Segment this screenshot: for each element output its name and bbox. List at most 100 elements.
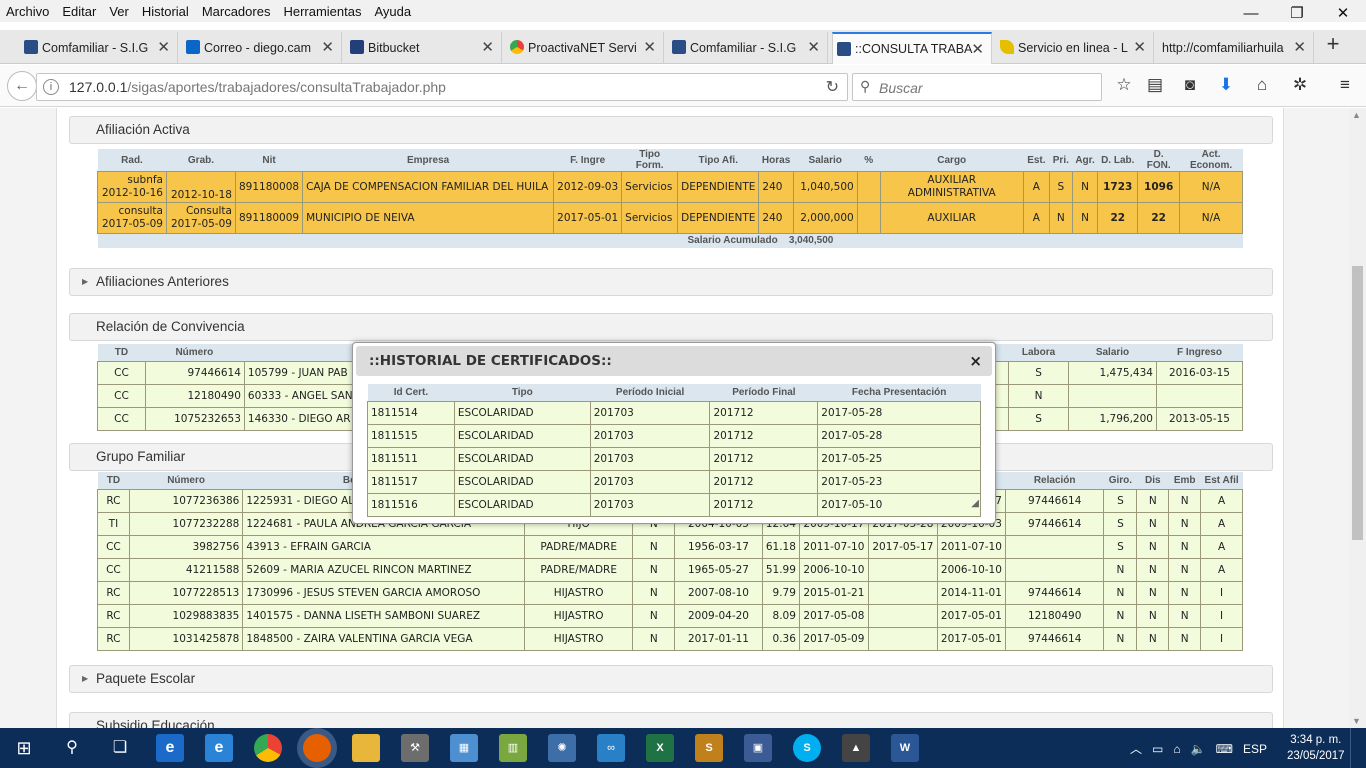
reload-icon[interactable]: ↻ — [826, 77, 839, 97]
table-row[interactable]: consulta 2017-05-09 Consulta 2017-05-09 89… — [97, 202, 1243, 234]
firefox-icon[interactable] — [303, 734, 331, 762]
close-tab-icon[interactable]: ✕ — [321, 38, 334, 56]
section-subsidio-educacion[interactable]: Subsidio Educación — [69, 712, 1273, 728]
internet-explorer-icon[interactable]: e — [205, 734, 233, 762]
extension-icon[interactable]: ✲ — [1288, 75, 1312, 97]
scroll-down-icon[interactable]: ▼ — [1352, 716, 1361, 726]
skype-icon[interactable]: S — [793, 734, 821, 762]
volume-icon[interactable]: 🔈 — [1191, 742, 1206, 756]
network-tray-icon[interactable]: ⌂ — [1173, 742, 1180, 756]
close-tab-icon[interactable]: ✕ — [971, 40, 984, 58]
reading-list-icon[interactable]: ▤ — [1143, 75, 1167, 97]
section-afiliacion-activa[interactable]: Afiliación Activa — [69, 116, 1273, 144]
page-scrollbar[interactable]: ▲ ▼ — [1349, 108, 1366, 728]
tab-consulta-trabajador[interactable]: ::CONSULTA TRABA ✕ — [832, 32, 992, 64]
download-icon[interactable]: ⬇ — [1214, 75, 1238, 97]
column-header: Período Final — [709, 384, 818, 401]
section-relacion-convivencia[interactable]: Relación de Convivencia — [69, 313, 1273, 341]
remote-desktop-icon[interactable]: ▣ — [744, 734, 772, 762]
menu-hamburger-icon[interactable]: ≡ — [1333, 75, 1357, 97]
close-dialog-button[interactable]: × — [969, 346, 982, 376]
close-tab-icon[interactable]: ✕ — [1133, 38, 1146, 56]
table-cell: Consulta 2017-05-09 — [165, 202, 236, 234]
menu-archivo[interactable]: Archivo — [6, 4, 49, 19]
url-bar[interactable]: i 127.0.0.1/sigas/aportes/trabajadores/c… — [36, 73, 848, 101]
menu-historial[interactable]: Historial — [142, 4, 189, 19]
resize-grip-icon[interactable]: ◢ — [971, 498, 979, 509]
keyboard-icon[interactable]: ⌨ — [1216, 742, 1233, 756]
info-icon[interactable]: i — [43, 79, 59, 95]
table-cell: 2017-05-17 — [867, 534, 938, 559]
close-tab-icon[interactable]: ✕ — [157, 38, 170, 56]
table-cell: 2017-05-10 — [817, 492, 981, 517]
table-cell: HIJASTRO — [523, 603, 634, 628]
language-indicator[interactable]: ESP — [1243, 742, 1267, 756]
menu-ayuda[interactable]: Ayuda — [374, 4, 411, 19]
table-row[interactable]: 1811515 ESCOLARIDAD 201703 201712 2017-05-28 — [367, 423, 981, 448]
table-cell: 51.99 — [761, 557, 800, 582]
tab-comfamiliarhuila[interactable]: http://comfamiliarhuila ✕ — [1156, 32, 1314, 64]
network-icon[interactable]: ▦ — [450, 734, 478, 762]
file-explorer-icon[interactable] — [352, 734, 380, 762]
column-header: Emb — [1168, 472, 1201, 489]
table-row[interactable]: 1811516 ESCOLARIDAD 201703 201712 2017-05-10 — [367, 492, 981, 517]
table-row[interactable]: 1811514 ESCOLARIDAD 201703 201712 2017-05-28 — [367, 400, 981, 425]
scroll-up-icon[interactable]: ▲ — [1352, 110, 1361, 120]
tab-proactivanet[interactable]: ProactivaNET Servi ✕ — [506, 32, 664, 64]
table-cell: N — [1103, 557, 1138, 582]
menu-marcadores[interactable]: Marcadores — [202, 4, 271, 19]
close-tab-icon[interactable]: ✕ — [643, 38, 656, 56]
minimize-icon[interactable]: — — [1228, 0, 1274, 30]
edge-icon[interactable]: e — [156, 734, 184, 762]
close-tab-icon[interactable]: ✕ — [481, 38, 494, 56]
pocket-icon[interactable]: ◙ — [1178, 75, 1202, 97]
table-cell: 2012-09-03 — [553, 171, 623, 203]
table-cell: 1811514 — [367, 400, 455, 425]
menu-herramientas[interactable]: Herramientas — [283, 4, 361, 19]
battery-icon[interactable]: ▭ — [1152, 742, 1163, 756]
search-taskbar-icon[interactable]: ⚲ — [58, 734, 86, 762]
people-app-icon[interactable]: ∞ — [597, 734, 625, 762]
tray-chevron-icon[interactable]: ︿ — [1130, 742, 1142, 756]
table-row[interactable]: RC 1029883835 1401575 - DANNA LISETH SAMBO… — [97, 603, 1243, 628]
windows-start-icon[interactable]: ⊞ — [10, 734, 38, 762]
close-window-icon[interactable]: ✕ — [1320, 0, 1366, 30]
table-row[interactable]: 1811511 ESCOLARIDAD 201703 201712 2017-05-25 — [367, 446, 981, 471]
new-tab-button[interactable]: + — [1318, 30, 1348, 60]
search-box[interactable]: ⚲ Buscar — [852, 73, 1102, 101]
sublime-icon[interactable]: S — [695, 734, 723, 762]
chrome-icon — [510, 40, 524, 54]
table-row[interactable]: 1811517 ESCOLARIDAD 201703 201712 2017-05-23 — [367, 469, 981, 494]
scroll-thumb[interactable] — [1352, 266, 1363, 540]
table-row[interactable]: RC 1031425878 1848500 - ZAIRA VALENTINA GA… — [97, 626, 1243, 651]
word-icon[interactable]: W — [891, 734, 919, 762]
chart-app-icon[interactable]: ▥ — [499, 734, 527, 762]
close-tab-icon[interactable]: ✕ — [807, 38, 820, 56]
restore-icon[interactable]: ❐ — [1274, 0, 1320, 30]
globe-icon[interactable]: ✺ — [548, 734, 576, 762]
back-button[interactable]: ← — [7, 71, 37, 101]
task-view-icon[interactable]: ❏ — [106, 734, 134, 762]
bookmark-star-icon[interactable]: ☆ — [1112, 75, 1136, 97]
table-row[interactable]: CC 3982756 43913 - EFRAIN GARCIA PADRE/MADR… — [97, 534, 1243, 559]
excel-icon[interactable]: X — [646, 734, 674, 762]
section-afiliaciones-anteriores[interactable]: ▶ Afiliaciones Anteriores — [69, 268, 1273, 296]
table-row[interactable]: subnfa 2012-10-16 2012-10-18 891180008 CA… — [97, 171, 1243, 203]
table-row[interactable]: RC 1077228513 1730996 - JESUS STEVEN GARCI… — [97, 580, 1243, 605]
menu-ver[interactable]: Ver — [109, 4, 129, 19]
taskbar-clock[interactable]: 3:34 p. m. 23/05/2017 — [1287, 732, 1345, 764]
tools-icon[interactable]: ⚒ — [401, 734, 429, 762]
tab-comfamiliar-1[interactable]: Comfamiliar - S.I.G ✕ — [20, 32, 178, 64]
home-icon[interactable]: ⌂ — [1250, 75, 1274, 97]
tab-correo[interactable]: Correo - diego.cam ✕ — [182, 32, 342, 64]
section-paquete-escolar[interactable]: ▶ Paquete Escolar — [69, 665, 1273, 693]
chrome-taskbar-icon[interactable] — [254, 734, 282, 762]
menu-editar[interactable]: Editar — [62, 4, 96, 19]
tab-bitbucket[interactable]: Bitbucket ✕ — [346, 32, 502, 64]
close-tab-icon[interactable]: ✕ — [1293, 38, 1306, 56]
show-desktop-button[interactable] — [1350, 728, 1366, 768]
table-row[interactable]: CC 41211588 52609 - MARIA AZUCEL RINCON MA… — [97, 557, 1243, 582]
photos-icon[interactable]: ▲ — [842, 734, 870, 762]
tab-comfamiliar-2[interactable]: Comfamiliar - S.I.G ✕ — [668, 32, 828, 64]
tab-servicio-linea[interactable]: Servicio en linea - L ✕ — [996, 32, 1154, 64]
